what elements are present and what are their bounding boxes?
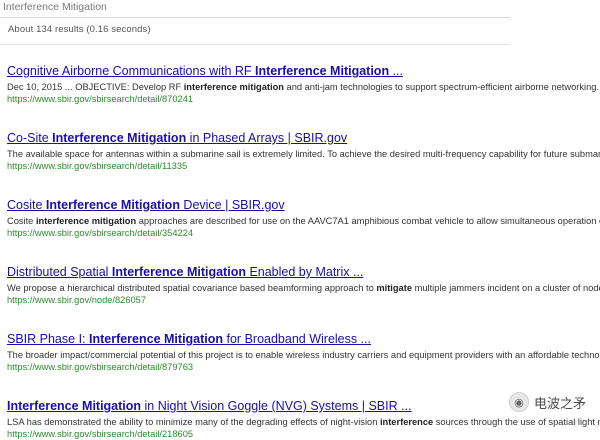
result-url[interactable]: https://www.sbir.gov/node/826057 xyxy=(7,294,600,306)
result-url[interactable]: https://www.sbir.gov/sbirsearch/detail/3… xyxy=(7,227,600,239)
result-snippet: Cosite interference mitigation approache… xyxy=(7,216,600,226)
result-url[interactable]: https://www.sbir.gov/sbirsearch/detail/8… xyxy=(7,93,600,105)
result-snippet: LSA has demonstrated the ability to mini… xyxy=(7,417,600,427)
results-count: About 134 results (0.16 seconds) xyxy=(8,24,151,35)
watermark-text: 电波之矛 xyxy=(533,395,586,411)
wechat-logo-icon: ◉ xyxy=(508,392,529,412)
result-title-link[interactable]: Cosite Interference Mitigation Device | … xyxy=(7,198,600,212)
result-title-link[interactable]: Cognitive Airborne Communications with R… xyxy=(7,64,600,78)
result-item: SBIR Phase I: Interference Mitigation fo… xyxy=(7,332,600,373)
result-snippet: The broader impact/commercial potential … xyxy=(7,350,600,360)
result-url[interactable]: https://www.sbir.gov/sbirsearch/detail/8… xyxy=(7,361,600,373)
result-snippet: We propose a hierarchical distributed sp… xyxy=(7,283,600,293)
search-input[interactable]: Interference Mitigation xyxy=(0,0,510,18)
result-title-link[interactable]: Co-Site Interference Mitigation in Phase… xyxy=(7,131,600,145)
result-item: Co-Site Interference Mitigation in Phase… xyxy=(7,131,600,172)
result-title-link[interactable]: Distributed Spatial Interference Mitigat… xyxy=(7,265,600,279)
results-stats-bar: About 134 results (0.16 seconds) xyxy=(0,18,510,45)
result-url[interactable]: https://www.sbir.gov/sbirsearch/detail/1… xyxy=(7,160,600,172)
watermark: ◉ 电波之矛 xyxy=(508,392,586,412)
result-item: Cognitive Airborne Communications with R… xyxy=(7,64,600,105)
result-item: Distributed Spatial Interference Mitigat… xyxy=(7,265,600,306)
result-title-link[interactable]: SBIR Phase I: Interference Mitigation fo… xyxy=(7,332,600,346)
search-query: Interference Mitigation xyxy=(3,1,107,13)
result-snippet: The available space for antennas within … xyxy=(7,149,600,159)
result-snippet: Dec 10, 2015 ... OBJECTIVE: Develop RF i… xyxy=(7,82,600,92)
result-item: Cosite Interference Mitigation Device | … xyxy=(7,198,600,239)
result-url[interactable]: https://www.sbir.gov/sbirsearch/detail/2… xyxy=(7,428,600,440)
